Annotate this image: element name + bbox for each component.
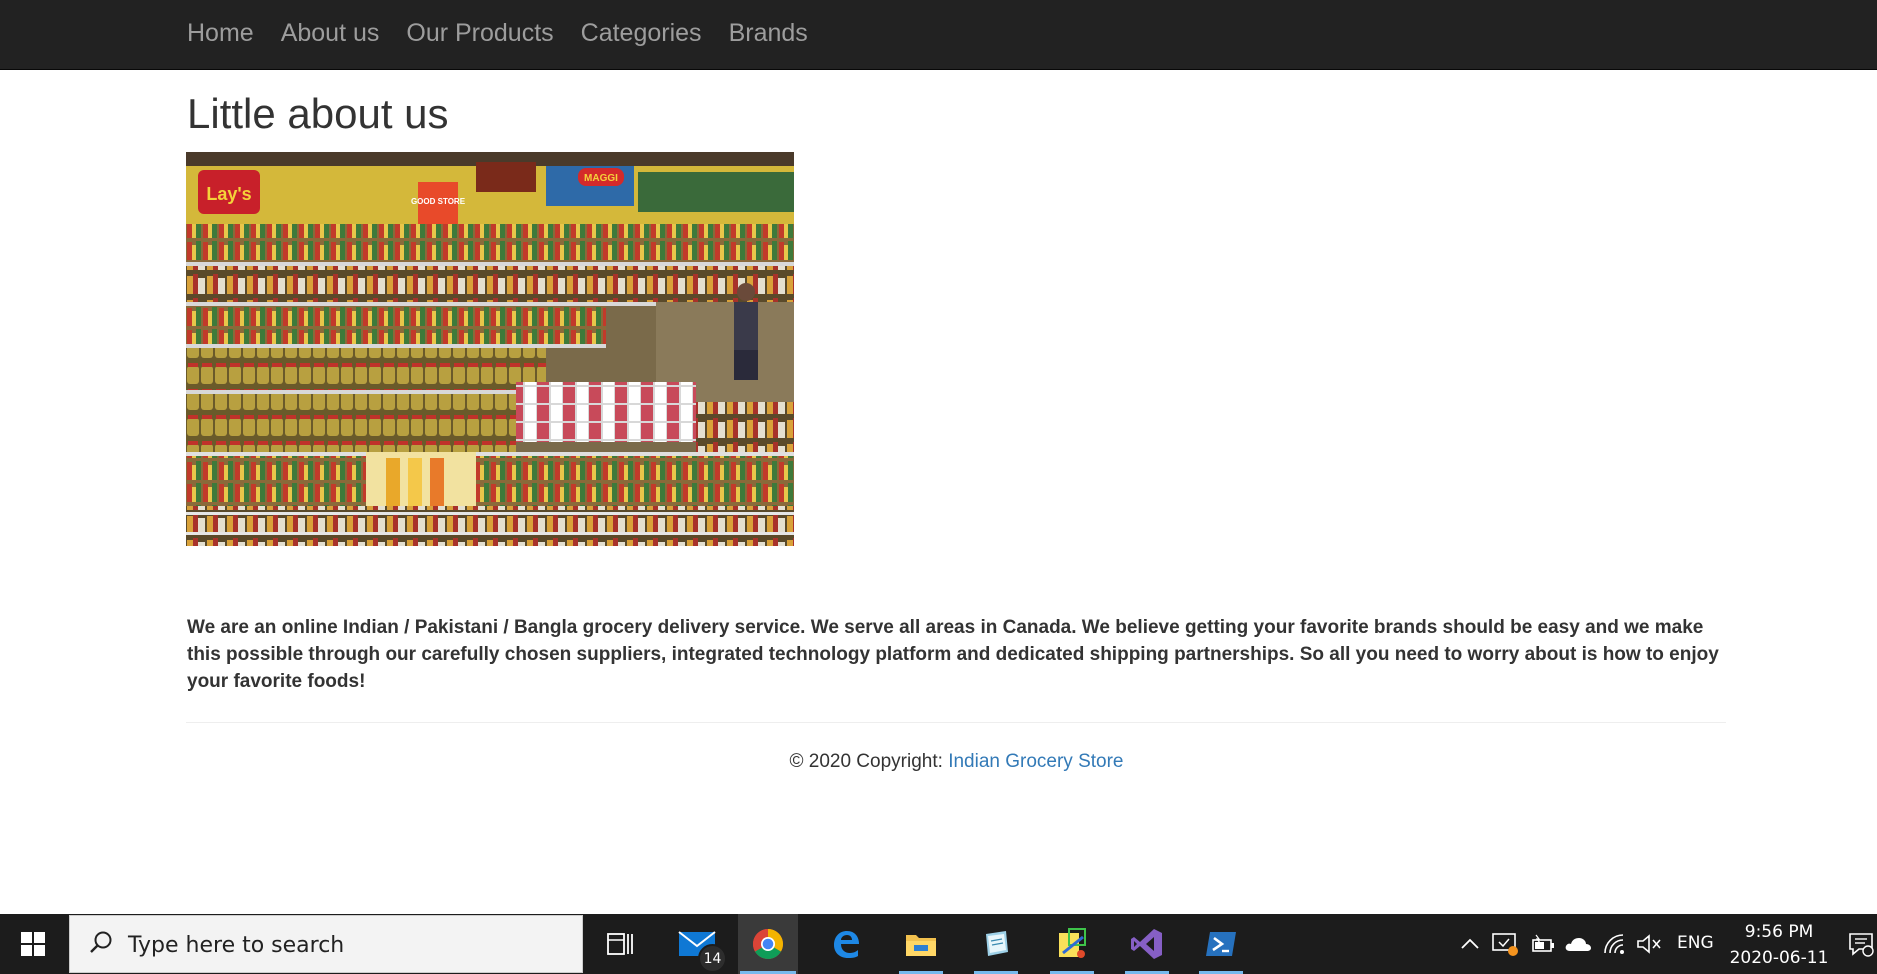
nav-link-brands[interactable]: Brands [729, 19, 835, 48]
battery-icon [1532, 934, 1554, 952]
notification-icon [1849, 933, 1874, 957]
chrome-icon [752, 929, 784, 960]
volume-tray-button[interactable] [1634, 914, 1664, 974]
nav-link-about-us[interactable]: About us [281, 19, 407, 48]
chevron-up-icon [1461, 938, 1479, 949]
footer: © 2020 Copyright: Indian Grocery Store [0, 751, 1877, 773]
wifi-tray-button[interactable] [1600, 914, 1630, 974]
device-icon [1492, 933, 1518, 956]
nav-link-home[interactable]: Home [187, 19, 281, 48]
mail-app-button[interactable]: 14 [667, 914, 727, 974]
nav-link-our-products[interactable]: Our Products [406, 19, 580, 48]
taskbar-clock[interactable]: 9:56 PM 2020-06-11 [1723, 919, 1835, 971]
windows-logo-icon [21, 932, 45, 956]
action-center-button[interactable] [1845, 914, 1877, 974]
input-language[interactable]: ENG [1677, 933, 1714, 953]
volume-muted-icon [1637, 934, 1661, 954]
edge-icon [834, 931, 859, 958]
svg-text:GOOD STORE: GOOD STORE [411, 197, 466, 206]
start-button[interactable] [0, 914, 66, 974]
onedrive-icon [1565, 938, 1591, 951]
device-tray-button[interactable] [1490, 914, 1520, 974]
task-view-button[interactable] [590, 914, 650, 974]
copyright-text: © 2020 Copyright: [789, 751, 949, 772]
show-hidden-icons-button[interactable] [1456, 914, 1484, 974]
about-description: We are an online Indian / Pakistani / Ba… [187, 617, 1719, 692]
notes-app-button[interactable] [966, 914, 1026, 974]
page-title: Little about us [187, 90, 449, 137]
onedrive-tray-button[interactable] [1563, 914, 1593, 974]
footer-divider [186, 722, 1726, 723]
file-explorer-button[interactable] [891, 914, 951, 974]
grocery-store-photo: Lay's GOOD STORE MAGGI [186, 152, 794, 546]
powershell-icon [1206, 932, 1236, 956]
clock-time: 9:56 PM [1744, 922, 1814, 942]
nav-link-categories[interactable]: Categories [581, 19, 729, 48]
file-explorer-icon [906, 935, 936, 956]
taskbar-search-box[interactable]: Type here to search [69, 915, 583, 973]
battery-tray-button[interactable] [1528, 914, 1558, 974]
sticky-notes-app-icon [1059, 928, 1086, 958]
windows-taskbar: Type here to search 14 ENG 9:56 PM 2020-… [0, 914, 1877, 974]
mail-badge: 14 [698, 944, 727, 973]
top-navbar: Home About us Our Products Categories Br… [0, 0, 1877, 70]
visual-studio-button[interactable] [1117, 914, 1177, 974]
edge-button[interactable] [816, 914, 876, 974]
visual-studio-icon [1131, 929, 1162, 959]
task-view-icon [607, 933, 633, 955]
search-placeholder: Type here to search [128, 933, 345, 958]
powershell-button[interactable] [1191, 914, 1251, 974]
svg-text:Lay's: Lay's [206, 184, 251, 204]
notes-app-icon [986, 931, 1008, 956]
chrome-button[interactable] [738, 914, 798, 974]
clock-date: 2020-06-11 [1729, 948, 1829, 968]
svg-text:MAGGI: MAGGI [584, 173, 618, 184]
store-link[interactable]: Indian Grocery Store [948, 751, 1123, 772]
sticky-notes-app-button[interactable] [1042, 914, 1102, 974]
wifi-icon [1604, 934, 1624, 954]
search-icon [90, 931, 112, 953]
nav-menu: Home About us Our Products Categories Br… [187, 0, 835, 66]
